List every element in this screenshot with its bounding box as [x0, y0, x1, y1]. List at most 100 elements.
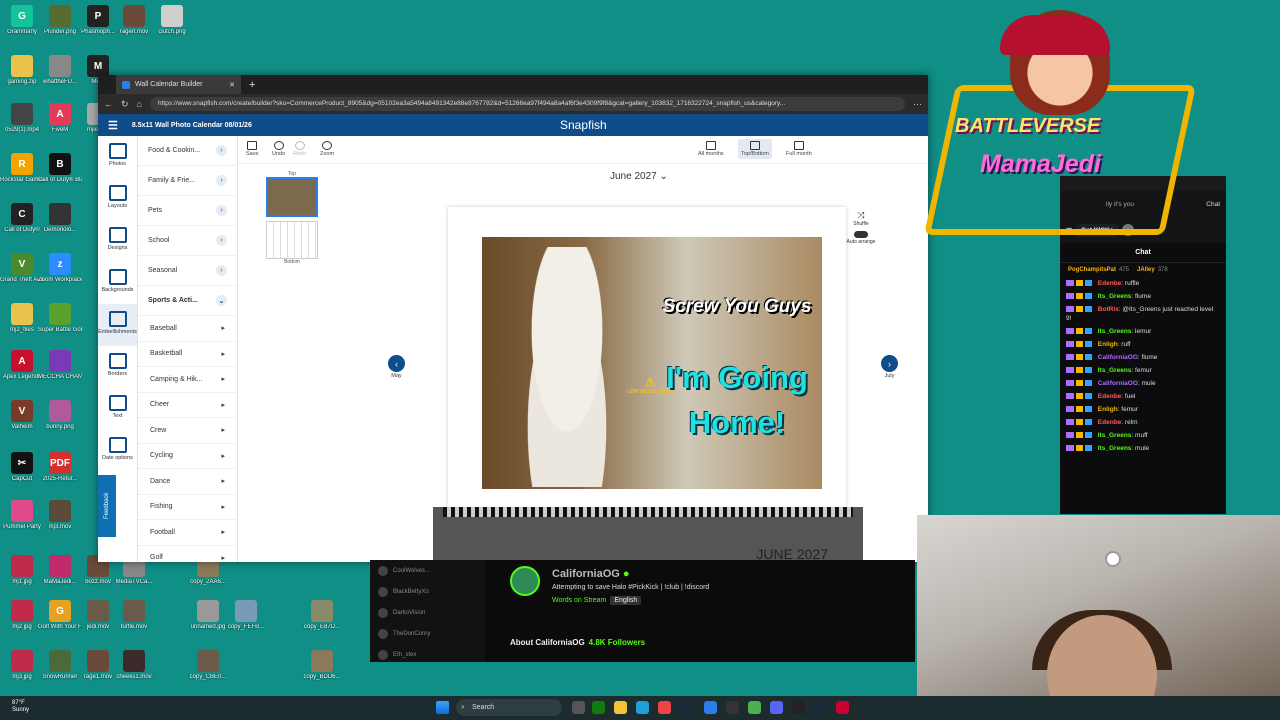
redo-button[interactable]: Redo — [293, 141, 306, 157]
rail-item-embellishments[interactable]: Embellishments — [98, 304, 137, 346]
shuffle-button[interactable]: ⤨ Shuffle — [846, 210, 876, 227]
top-bottom-button[interactable]: Top/Bottom — [738, 139, 772, 159]
desktop-icon[interactable]: z Zoom Workplace — [38, 253, 82, 284]
weather-widget[interactable]: 87°F Sunny — [12, 700, 29, 714]
rail-item-layouts[interactable]: Layouts — [98, 178, 137, 220]
url-field[interactable]: https://www.snapfish.com/create/builder?… — [149, 97, 905, 111]
desktop-icon[interactable]: mj3.mov — [38, 500, 82, 531]
chat-username[interactable]: Its_Greens — [1096, 445, 1132, 452]
following-channel[interactable]: BlackBettyXo — [370, 581, 485, 602]
month-selector[interactable]: June 2027 ⌄ — [610, 171, 668, 182]
obs-icon[interactable] — [792, 701, 805, 714]
subcategory-item[interactable]: Camping & Hik... ▸ — [138, 367, 237, 393]
following-channel[interactable]: CoolWolves... — [370, 560, 485, 581]
category-item[interactable]: School › — [138, 226, 237, 256]
subcategory-item[interactable]: Dance ▸ — [138, 469, 237, 495]
rail-item-text[interactable]: Text — [98, 388, 137, 430]
subcategory-item[interactable]: Fishing ▸ — [138, 495, 237, 520]
snapfish-logo[interactable]: Snapfish — [560, 118, 607, 132]
hamburger-menu-icon[interactable]: ☰ — [108, 119, 118, 132]
chat-username[interactable]: Enligh — [1096, 341, 1118, 348]
rail-item-borders[interactable]: Borders — [98, 346, 137, 388]
auto-arrange-toggle[interactable]: Auto arrange — [846, 231, 876, 245]
desktop-icon[interactable]: copy_FEFB... — [224, 600, 268, 631]
desktop-icon[interactable]: clutch.png — [150, 5, 194, 36]
subcategory-item[interactable]: Golf ▸ — [138, 546, 237, 563]
subcategory-item[interactable]: Crew ▸ — [138, 418, 237, 444]
full-month-button[interactable]: Full month — [786, 141, 812, 157]
new-tab-icon[interactable]: + — [249, 79, 255, 91]
top-gifter[interactable]: JAlley 378 — [1137, 267, 1168, 273]
rail-item-photos[interactable]: Photos — [98, 136, 137, 178]
chat-username[interactable]: Its_Greens — [1096, 367, 1132, 374]
desktop-icon[interactable]: MECCHA CHAMELE... — [38, 350, 82, 381]
edge-icon[interactable] — [636, 701, 649, 714]
chat-username[interactable]: BotRix — [1096, 306, 1119, 313]
chrome-icon[interactable] — [748, 701, 761, 714]
rail-item-date-options[interactable]: Date options — [98, 430, 137, 472]
stream-category[interactable]: Words on Stream English — [552, 596, 642, 605]
desktop-icon[interactable]: cheeks1.mov — [112, 650, 156, 681]
desktop-icon[interactable]: B Call of Duty® Bla... — [38, 153, 82, 184]
desktop-icon[interactable]: Demonolo... — [38, 203, 82, 234]
following-channel[interactable]: TheDonConry — [370, 623, 485, 644]
subcategory-item[interactable]: Baseball ▸ — [138, 316, 237, 342]
category-item[interactable]: Seasonal › — [138, 256, 237, 286]
all-months-button[interactable]: All months — [698, 141, 724, 157]
close-tab-icon[interactable]: ✕ — [229, 81, 235, 89]
desktop-icon[interactable]: copy_BDD6... — [300, 650, 344, 681]
chat-username[interactable]: Edenbe — [1096, 393, 1122, 400]
chat-username[interactable]: Edenbe — [1096, 419, 1122, 426]
xbox-icon[interactable] — [592, 701, 605, 714]
zoom-button[interactable]: Zoom — [320, 141, 334, 157]
previous-month-button[interactable]: ‹ May — [388, 355, 405, 379]
task-view-icon[interactable] — [572, 701, 585, 714]
desktop-icon[interactable]: turtle.mov — [112, 600, 156, 631]
discord-icon[interactable] — [770, 701, 783, 714]
mail-icon[interactable] — [658, 701, 671, 714]
settings-icon[interactable] — [726, 701, 739, 714]
desktop-icon[interactable]: PDF 2025-Retur... — [38, 452, 82, 483]
feedback-tab[interactable]: Feedback — [98, 475, 116, 537]
language-tag[interactable]: English — [610, 596, 642, 605]
next-month-button[interactable]: › July — [881, 355, 898, 379]
home-icon[interactable]: ⌂ — [137, 99, 142, 109]
save-button[interactable]: Save — [246, 141, 259, 157]
chat-tab[interactable]: Chat — [1206, 201, 1220, 208]
rail-item-designs[interactable]: Designs — [98, 220, 137, 262]
project-title[interactable]: 8.5x11 Wall Photo Calendar 08/01/26 — [132, 122, 252, 129]
chat-username[interactable]: Its_Greens — [1096, 293, 1132, 300]
chat-username[interactable]: Edenbe — [1096, 280, 1122, 287]
desktop-icon[interactable]: copy_E87D... — [300, 600, 344, 631]
start-icon[interactable] — [436, 701, 449, 714]
back-icon[interactable]: ← — [104, 99, 113, 109]
chat-username[interactable]: Its_Greens — [1096, 432, 1132, 439]
chat-username[interactable]: CaliforniaOG — [1096, 380, 1138, 387]
channel-name[interactable]: CaliforniaOG ● — [552, 568, 630, 580]
file-explorer-icon[interactable] — [614, 701, 627, 714]
capture-icon[interactable] — [836, 701, 849, 714]
taskbar-search[interactable]: ⌕ Search — [456, 699, 562, 716]
category-item[interactable]: Sports & Acti... ⌄ — [138, 286, 237, 316]
top-page-thumbnail[interactable] — [266, 177, 318, 217]
steam-alt-icon[interactable] — [814, 701, 827, 714]
rail-item-backgrounds[interactable]: Backgrounds — [98, 262, 137, 304]
chat-username[interactable]: Enligh — [1096, 406, 1118, 413]
following-channel[interactable]: Eth_stex — [370, 644, 485, 662]
steam-icon[interactable] — [680, 701, 693, 714]
tab-wall-calendar-builder[interactable]: Wall Calendar Builder ✕ — [116, 75, 241, 94]
desktop-icon[interactable]: bunny.png — [38, 400, 82, 431]
chat-username[interactable]: CaliforniaOG — [1096, 354, 1138, 361]
category-item[interactable]: Food & Cookin... › — [138, 136, 237, 166]
following-channel[interactable]: DarkoVision — [370, 602, 485, 623]
channel-avatar[interactable] — [510, 566, 540, 596]
desktop-icon[interactable]: Super Battle Golf — [38, 303, 82, 334]
undo-button[interactable]: Undo — [272, 141, 285, 157]
bottom-page-thumbnail[interactable] — [266, 221, 318, 259]
photo-slot[interactable]: ⚠ LOW RESOLUTION Screw You Guys I'm Goin… — [482, 237, 822, 489]
reload-icon[interactable]: ↻ — [121, 99, 129, 110]
extensions-icon[interactable]: ⋯ — [913, 99, 922, 110]
subcategory-item[interactable]: Cheer ▸ — [138, 393, 237, 418]
subcategory-item[interactable]: Cycling ▸ — [138, 444, 237, 469]
desktop-icon[interactable]: copy_CBE0... — [186, 650, 230, 681]
